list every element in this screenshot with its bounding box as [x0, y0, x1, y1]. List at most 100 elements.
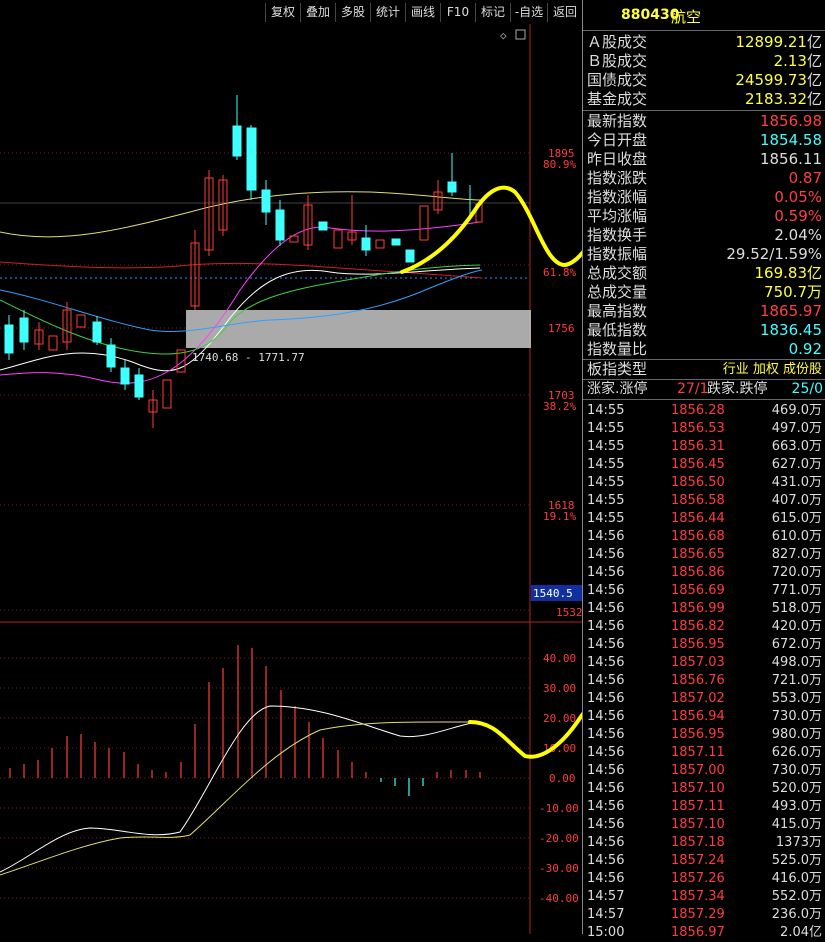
price-axis-labels: 1895 80.9% 61.8% 1756 1703 38.2% 1618 19… [531, 147, 583, 619]
chart-toolbar: 复权 叠加 多股 统计 画线 F10 标记 -自选 返回 [0, 0, 582, 24]
stat-row: 指数振幅 29.52/1.59% [587, 245, 822, 263]
tick-volume: 771.0万 [771, 583, 822, 598]
tick-volume: 730.0万 [771, 709, 822, 724]
tick-volume: 730.0万 [771, 763, 822, 778]
tick-price: 1857.29 [671, 907, 725, 922]
tick-row: 14:56 1857.00 730.0万 [585, 762, 825, 780]
volume-row-b: Ｂ股成交 2.13亿 [587, 52, 822, 70]
svg-text:80.9%: 80.9% [543, 158, 576, 171]
svg-text:1532: 1532 [556, 606, 582, 619]
statistics-button[interactable]: 统计 [370, 3, 405, 22]
svg-text:0.00: 0.00 [549, 772, 576, 785]
kline-chart[interactable]: ◇ 1740.68 - 1771.77 1895 80.9% 61.8% 175… [0, 24, 740, 934]
tick-price: 1857.24 [671, 853, 725, 868]
stat-row: 平均涨幅 0.59% [587, 207, 822, 225]
tick-time: 14:56 [587, 655, 625, 670]
tick-price: 1856.31 [671, 439, 725, 454]
updown-row: 涨家.涨停 27/1 跌家.跌停 25/0 [587, 381, 823, 397]
tick-price: 1856.28 [671, 403, 725, 418]
remove-watchlist-button[interactable]: -自选 [510, 3, 547, 22]
stat-row: 最高指数 1865.97 [587, 302, 822, 320]
tick-time: 14:56 [587, 817, 625, 832]
stat-row: 指数换手 2.04% [587, 226, 822, 244]
tick-price: 1856.69 [671, 583, 725, 598]
tick-row: 14:55 1856.44 615.0万 [585, 510, 825, 528]
mark-button[interactable]: 标记 [475, 3, 510, 22]
tick-time: 14:56 [587, 547, 625, 562]
tick-volume: 610.0万 [771, 529, 822, 544]
tick-volume: 498.0万 [771, 655, 822, 670]
tick-volume: 627.0万 [771, 457, 822, 472]
tick-price: 1857.10 [671, 781, 725, 796]
macd-dea-line [0, 721, 482, 876]
svg-text:1756: 1756 [548, 322, 575, 335]
tick-price: 1857.10 [671, 817, 725, 832]
window-icon[interactable] [515, 29, 526, 40]
tick-time: 14:56 [587, 565, 625, 580]
tick-volume: 980.0万 [771, 727, 822, 742]
restore-rights-button[interactable]: 复权 [265, 3, 300, 22]
tick-row: 14:56 1857.10 520.0万 [585, 780, 825, 798]
volume-row-a: Ａ股成交 12899.21亿 [587, 33, 822, 51]
tick-price: 1857.11 [671, 745, 725, 760]
tick-time: 14:56 [587, 673, 625, 688]
tick-volume: 721.0万 [771, 673, 822, 688]
tick-volume: 1373万 [775, 835, 822, 850]
tick-price: 1856.45 [671, 457, 725, 472]
f10-button[interactable]: F10 [440, 3, 475, 22]
tick-row: 14:56 1856.82 420.0万 [585, 618, 825, 636]
tick-row: 14:57 1857.29 236.0万 [585, 906, 825, 924]
diamond-icon[interactable]: ◇ [500, 29, 507, 42]
tick-volume: 552.0万 [771, 889, 822, 904]
tick-time: 14:55 [587, 457, 625, 472]
svg-text:40.00: 40.00 [543, 652, 576, 665]
tick-row: 14:55 1856.28 469.0万 [585, 402, 825, 420]
tick-time: 14:55 [587, 403, 625, 418]
multi-stock-button[interactable]: 多股 [335, 3, 370, 22]
index-type-row: 板指类型 行业 加权 成份股 [587, 360, 822, 379]
svg-text:-40.00: -40.00 [539, 892, 579, 905]
stat-row: 指数涨跌 0.87 [587, 169, 822, 187]
kline-chart-area[interactable]: ◇ 1740.68 - 1771.77 1895 80.9% 61.8% 175… [0, 24, 740, 934]
index-name: 航空 [671, 8, 702, 26]
tick-price: 1856.58 [671, 493, 725, 508]
tick-price: 1856.53 [671, 421, 725, 436]
tick-price: 1856.95 [671, 637, 725, 652]
tick-time: 14:57 [587, 889, 625, 904]
tick-price: 1856.95 [671, 727, 725, 742]
index-type-links[interactable]: 行业 加权 成份股 [723, 360, 822, 379]
tick-row: 14:56 1857.02 553.0万 [585, 690, 825, 708]
tick-volume: 672.0万 [771, 637, 822, 652]
tick-volume: 720.0万 [771, 565, 822, 580]
tick-time: 14:55 [587, 421, 625, 436]
tick-time: 14:56 [587, 871, 625, 886]
volume-row-fund: 基金成交 2183.32亿 [587, 90, 822, 108]
tick-time: 14:56 [587, 727, 625, 742]
tick-row: 14:56 1857.10 415.0万 [585, 816, 825, 834]
tick-price: 1857.26 [671, 871, 725, 886]
stat-row: 总成交额 169.83亿 [587, 264, 822, 282]
tick-price: 1856.50 [671, 475, 725, 490]
tick-price: 1856.44 [671, 511, 725, 526]
tick-row: 14:56 1857.26 416.0万 [585, 870, 825, 888]
tick-volume: 2.04亿 [780, 925, 822, 940]
tick-volume: 520.0万 [771, 781, 822, 796]
overlay-button[interactable]: 叠加 [300, 3, 335, 22]
tick-volume: 469.0万 [771, 403, 822, 418]
tick-volume: 407.0万 [771, 493, 822, 508]
tick-row: 15:00 1856.97 2.04亿 [585, 924, 825, 942]
tick-price: 1857.02 [671, 691, 725, 706]
tick-volume: 663.0万 [771, 439, 822, 454]
macd-axis-labels: 40.00 30.00 20.00 10.00 0.00 -10.00 -20.… [539, 652, 579, 905]
draw-line-button[interactable]: 画线 [405, 3, 440, 22]
hand-drawn-trend-annotation [400, 83, 740, 274]
tick-price: 1857.03 [671, 655, 725, 670]
tick-price: 1856.99 [671, 601, 725, 616]
svg-text:20.00: 20.00 [543, 712, 576, 725]
tick-row: 14:55 1856.58 407.0万 [585, 492, 825, 510]
back-button[interactable]: 返回 [547, 3, 582, 22]
tick-time: 14:56 [587, 709, 625, 724]
tick-price: 1856.97 [671, 925, 725, 940]
svg-text:-10.00: -10.00 [539, 802, 579, 815]
svg-text:38.2%: 38.2% [543, 400, 576, 413]
